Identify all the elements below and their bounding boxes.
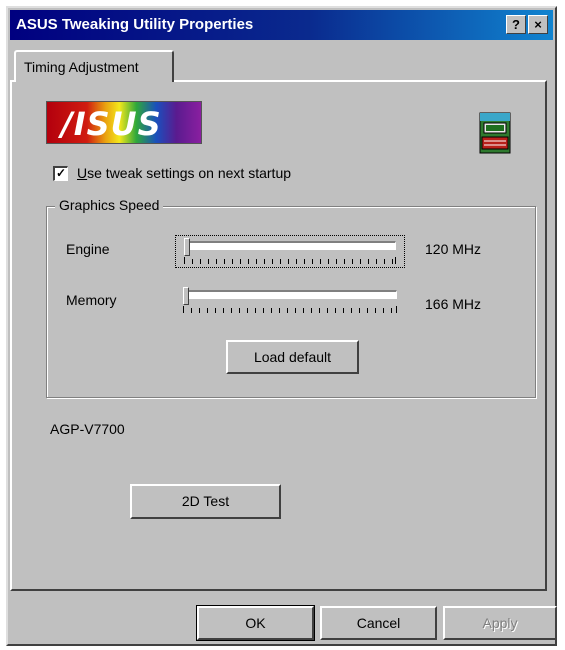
engine-value: 120 MHz xyxy=(425,241,482,257)
window-title: ASUS Tweaking Utility Properties xyxy=(16,16,254,33)
memory-slider-track xyxy=(183,290,397,299)
memory-slider-ticks xyxy=(183,308,397,313)
memory-slider-thumb[interactable] xyxy=(183,287,189,305)
engine-slider-thumb[interactable] xyxy=(184,238,190,256)
engine-tick-end xyxy=(395,257,396,264)
apply-button: Apply xyxy=(443,606,557,640)
startup-label-accel: U xyxy=(77,165,88,181)
tab-label: Timing Adjustment xyxy=(24,59,139,75)
engine-slider-track xyxy=(184,241,396,250)
help-button[interactable]: ? xyxy=(506,15,526,34)
engine-slider-ticks xyxy=(184,259,396,264)
ok-label: OK xyxy=(245,615,266,631)
graphics-chip-icon xyxy=(479,112,511,154)
apply-label: Apply xyxy=(482,615,518,631)
help-icon: ? xyxy=(512,17,520,32)
engine-label: Engine xyxy=(66,241,110,257)
asus-logo-text: /ISUS xyxy=(61,105,162,143)
load-default-button[interactable]: Load default xyxy=(226,340,359,374)
ok-button[interactable]: OK xyxy=(196,605,315,641)
close-icon: × xyxy=(534,17,542,32)
close-button[interactable]: × xyxy=(528,15,548,34)
memory-tick-end xyxy=(396,306,397,313)
model-name: AGP-V7700 xyxy=(50,421,125,437)
cancel-label: Cancel xyxy=(356,615,401,631)
memory-tick-start xyxy=(183,306,184,313)
memory-label: Memory xyxy=(66,292,117,308)
2d-test-button[interactable]: 2D Test xyxy=(130,484,281,519)
asus-logo: /ISUS xyxy=(46,101,202,144)
cancel-button[interactable]: Cancel xyxy=(320,606,437,640)
tab-timing-adjustment[interactable]: Timing Adjustment xyxy=(14,50,174,82)
title-bar[interactable]: ASUS Tweaking Utility Properties ? × xyxy=(10,10,553,40)
startup-label-rest: se tweak settings on next startup xyxy=(87,165,292,181)
engine-slider[interactable] xyxy=(175,235,405,268)
startup-checkbox[interactable]: ✓ xyxy=(53,166,68,181)
load-default-label: Load default xyxy=(253,349,332,365)
engine-tick-start xyxy=(184,257,185,264)
memory-slider[interactable] xyxy=(175,285,405,318)
startup-checkbox-label: Use tweak settings on next startup xyxy=(77,165,291,181)
memory-value: 166 MHz xyxy=(425,296,482,312)
2d-test-label: 2D Test xyxy=(181,493,230,509)
graphics-speed-label: Graphics Speed xyxy=(55,197,164,213)
